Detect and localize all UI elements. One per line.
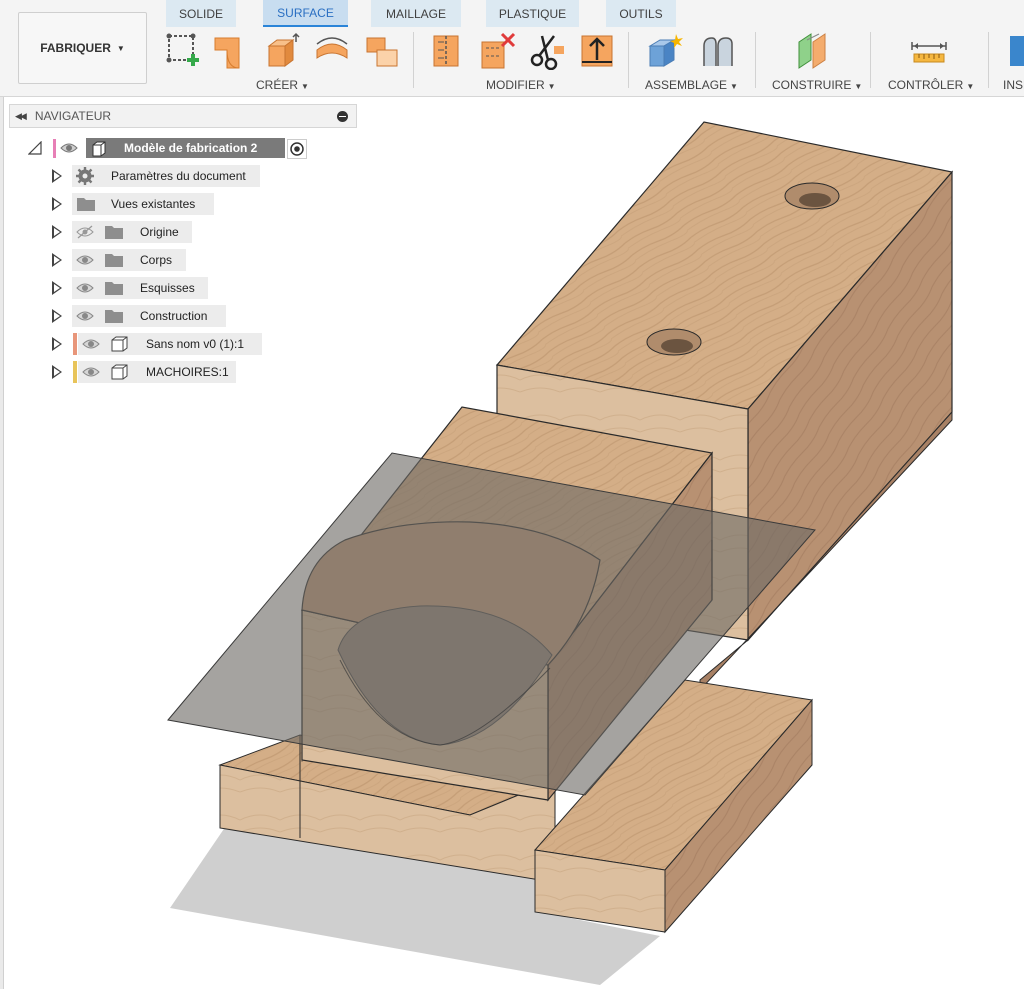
thicken-tool[interactable] (428, 32, 466, 70)
folder-icon (76, 196, 96, 217)
triangle-right-icon[interactable] (52, 225, 62, 239)
tree-item-label: Vues existantes (111, 197, 196, 211)
joint-icon (703, 37, 733, 66)
triangle-expanded-icon (27, 140, 42, 155)
triangle-right-icon[interactable] (52, 169, 62, 183)
group-modifier[interactable]: MODIFIER ▼ (486, 78, 556, 92)
offset-plane-tool[interactable] (795, 32, 833, 70)
group-construire[interactable]: CONSTRUIRE ▼ (772, 78, 862, 92)
root-visibility-toggle[interactable] (60, 141, 78, 160)
tab-plastique[interactable]: PLASTIQUE (486, 0, 579, 27)
group-controler[interactable]: CONTRÔLER ▼ (888, 78, 974, 92)
group-inserer[interactable]: INSÉ (1003, 78, 1024, 92)
offset-icon (366, 37, 398, 67)
tab-maillage[interactable]: MAILLAGE (371, 0, 461, 27)
tab-outils[interactable]: OUTILS (606, 0, 676, 27)
tree-item-label: Esquisses (140, 281, 195, 295)
sketch-icon (166, 33, 199, 66)
trim-tool[interactable] (528, 32, 566, 70)
revolve-icon (316, 37, 348, 59)
group-creer[interactable]: CRÉER ▼ (256, 78, 309, 92)
extend-icon (581, 35, 613, 67)
measure-tool[interactable] (910, 32, 948, 70)
tree-item-label: Origine (140, 225, 179, 239)
create-sketch-tool[interactable] (165, 32, 203, 70)
component-color-flag (73, 333, 77, 355)
patch-icon (214, 37, 240, 69)
tab-solide[interactable]: SOLIDE (166, 0, 236, 27)
eye-hidden-icon[interactable] (76, 225, 94, 244)
revolve-tool[interactable] (313, 32, 351, 70)
component-icon (92, 141, 106, 157)
folder-icon (104, 280, 124, 301)
box-tool[interactable] (263, 32, 301, 70)
tree-item-label: Sans nom v0 (1):1 (146, 337, 245, 351)
workspace-switcher-button[interactable]: FABRIQUER ▼ (18, 12, 147, 84)
separator (628, 32, 629, 88)
triangle-right-icon[interactable] (52, 253, 62, 267)
separator (413, 32, 414, 88)
triangle-right-icon[interactable] (52, 337, 62, 351)
delete-face-icon (481, 32, 516, 69)
extrude-tool[interactable] (213, 32, 251, 70)
minimize-icon[interactable] (337, 111, 348, 122)
separator (755, 32, 756, 88)
app-window: FABRIQUER ▼ SOLIDE SURFACE MAILLAGE PLAST… (0, 0, 1024, 989)
separator (988, 32, 989, 88)
insert-tool[interactable] (1006, 32, 1024, 70)
triangle-right-icon[interactable] (52, 365, 62, 379)
tree-item-label: Construction (140, 309, 208, 323)
folder-icon (104, 252, 124, 273)
eye-icon[interactable] (76, 281, 94, 300)
folder-icon (104, 224, 124, 245)
root-expander[interactable] (27, 140, 42, 155)
measure-icon (911, 42, 947, 63)
folder-icon (104, 308, 124, 329)
group-assemblage[interactable]: ASSEMBLAGE ▼ (645, 78, 738, 92)
insert-icon (1010, 36, 1024, 66)
plane-icon (798, 33, 826, 69)
navigator-title: NAVIGATEUR (34, 109, 112, 123)
new-component-icon (648, 34, 683, 67)
root-color-flag (53, 139, 56, 158)
radio-active-icon (290, 142, 304, 156)
eye-icon[interactable] (82, 337, 100, 356)
eye-icon (60, 143, 78, 153)
triangle-right-icon[interactable] (52, 281, 62, 295)
offset-tool[interactable] (363, 32, 401, 70)
extend-tool[interactable] (578, 32, 616, 70)
box-icon (267, 32, 300, 67)
tree-item-label: MACHOIRES:1 (146, 365, 229, 379)
ribbon-toolbar: FABRIQUER ▼ SOLIDE SURFACE MAILLAGE PLAST… (0, 0, 1024, 97)
eye-icon[interactable] (76, 253, 94, 272)
component-icon (110, 335, 130, 358)
scissors-icon (530, 35, 564, 70)
tree-item-label: Corps (140, 253, 173, 267)
component-color-flag (73, 361, 77, 383)
triangle-right-icon[interactable] (52, 197, 62, 211)
joint-tool[interactable] (698, 32, 736, 70)
component-icon (110, 363, 130, 386)
workspace-label: FABRIQUER (40, 41, 111, 55)
collapse-panel-icon[interactable]: ◀◀ (15, 111, 27, 122)
chevron-down-icon: ▼ (116, 43, 125, 53)
tree-item-label: Paramètres du document (111, 169, 246, 183)
delete-face-tool[interactable] (478, 32, 516, 70)
separator (870, 32, 871, 88)
eye-icon[interactable] (82, 365, 100, 384)
thicken-icon (433, 35, 459, 67)
tab-surface[interactable]: SURFACE (263, 0, 348, 27)
navigator-header[interactable]: ◀◀ NAVIGATEUR (9, 104, 357, 128)
root-node-label[interactable]: Modèle de fabrication 2 (86, 138, 285, 158)
root-component-icon (90, 140, 108, 163)
new-component-tool[interactable] (646, 32, 684, 70)
triangle-right-icon[interactable] (52, 309, 62, 323)
activate-radio[interactable] (287, 139, 307, 159)
eye-icon[interactable] (76, 309, 94, 328)
gear-icon (76, 167, 94, 190)
